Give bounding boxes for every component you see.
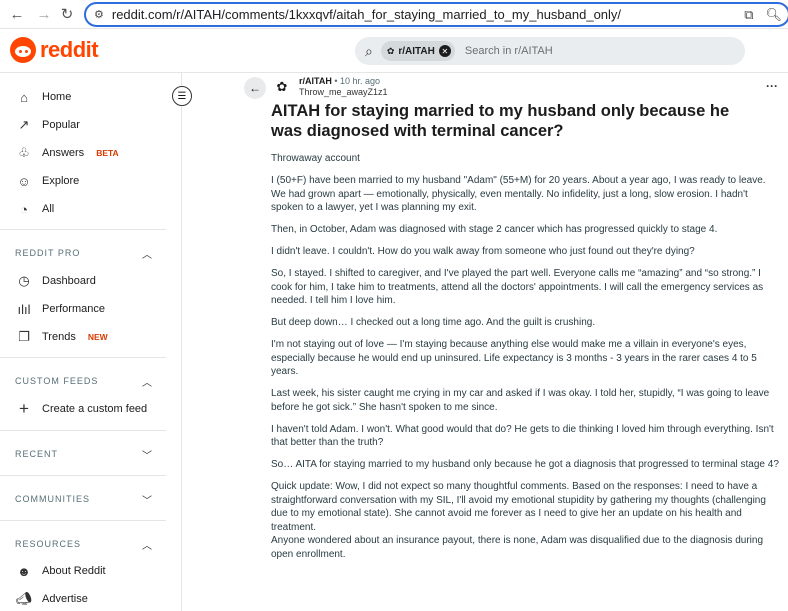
create-custom-feed-button[interactable]: + Create a custom feed bbox=[16, 399, 148, 418]
chevron-up-icon[interactable]: ︿ bbox=[142, 374, 152, 389]
sidebar-item-label: Explore bbox=[42, 175, 80, 187]
search-input[interactable]: Search in r/AITAH bbox=[465, 45, 553, 57]
sidebar-item-answers[interactable]: ♧ Answers BETA bbox=[16, 145, 119, 161]
sidebar-item-advertise[interactable]: 📣︎ Advertise bbox=[16, 591, 88, 607]
post-paragraph: Then, in October, Adam was diagnosed wit… bbox=[271, 224, 718, 235]
post-meta: r/AITAH • 10 hr. ago bbox=[299, 76, 380, 86]
sidebar-item-label: Dashboard bbox=[42, 275, 96, 287]
left-sidebar: ⌂ Home ↗ Popular ♧ Answers BETA ☺ Explor… bbox=[0, 73, 192, 611]
sidebar-divider bbox=[0, 229, 166, 230]
reddit-logo[interactable]: reddit bbox=[10, 37, 99, 63]
post-paragraph: Anyone wondered about an insurance payou… bbox=[271, 535, 764, 560]
recent-section-title[interactable]: RECENT bbox=[15, 449, 58, 459]
logo-text: reddit bbox=[40, 37, 99, 62]
browser-toolbar: ← → ↻ ⚙ reddit.com/r/AITAH/comments/1kxx… bbox=[0, 0, 788, 29]
site-settings-icon[interactable]: ⚙ bbox=[94, 8, 104, 21]
post-paragraph: Throwaway account bbox=[271, 153, 360, 164]
subreddit-chip-icon: ✿ bbox=[386, 45, 395, 56]
sidebar-item-popular[interactable]: ↗ Popular bbox=[16, 117, 80, 133]
post-paragraph: I didn't leave. I couldn't. How do you w… bbox=[271, 246, 695, 257]
chevron-up-icon[interactable]: ︿ bbox=[142, 537, 152, 552]
post-paragraph: So, I stayed. I shifted to caregiver, an… bbox=[271, 268, 764, 306]
custom-feeds-section-title[interactable]: CUSTOM FEEDS bbox=[15, 376, 98, 386]
back-button[interactable]: ← bbox=[244, 77, 266, 99]
sidebar-divider bbox=[0, 475, 166, 476]
chevron-up-icon[interactable]: ︿ bbox=[142, 246, 152, 261]
post-age: 10 hr. ago bbox=[340, 76, 381, 86]
collapse-sidebar-menu-icon[interactable]: ☰ bbox=[172, 86, 192, 106]
subreddit-icon[interactable]: ✿ bbox=[274, 79, 290, 95]
reddit-pro-section-title[interactable]: REDDIT PRO bbox=[15, 248, 80, 258]
install-app-icon[interactable]: ⧉ bbox=[744, 7, 753, 23]
plus-icon: + bbox=[19, 399, 29, 418]
post-paragraph: Last week, his sister caught me crying i… bbox=[271, 388, 770, 413]
snoo-logo-icon bbox=[10, 37, 36, 63]
sidebar-item-label: Home bbox=[42, 91, 72, 103]
post-paragraph: Quick update: Wow, I did not expect so m… bbox=[271, 481, 766, 533]
zoom-icon[interactable]: 🔍︎ bbox=[765, 7, 782, 23]
beta-badge: BETA bbox=[96, 148, 119, 158]
all-icon: ◔ bbox=[20, 201, 28, 217]
subreddit-link[interactable]: r/AITAH bbox=[299, 76, 332, 86]
sidebar-item-label: Trends bbox=[42, 331, 76, 343]
post-paragraph: I (50+F) have been married to my husband… bbox=[271, 175, 766, 213]
popular-icon: ↗ bbox=[18, 117, 30, 132]
sidebar-item-trends[interactable]: ❐ Trends NEW bbox=[16, 329, 108, 345]
sidebar-item-label: Advertise bbox=[42, 593, 88, 605]
new-badge: NEW bbox=[87, 332, 108, 342]
post-paragraph: I haven't told Adam. I won't. What good … bbox=[271, 423, 774, 449]
reddit-header: reddit ⌕ ✿ r/AITAH ✕ Search in r/AITAH bbox=[0, 29, 788, 73]
sidebar-item-about-reddit[interactable]: ☻ About Reddit bbox=[16, 563, 106, 579]
dashboard-icon: ◷ bbox=[18, 273, 30, 288]
post-paragraph: But deep down… I checked out a long time… bbox=[271, 317, 596, 328]
post-author[interactable]: Throw_me_awayZ1z1 bbox=[299, 87, 388, 97]
about-reddit-icon: ☻ bbox=[17, 563, 31, 579]
url-text: reddit.com/r/AITAH/comments/1kxxqvf/aita… bbox=[111, 7, 622, 22]
remove-chip-icon[interactable]: ✕ bbox=[438, 45, 451, 57]
sidebar-item-dashboard[interactable]: ◷ Dashboard bbox=[16, 273, 96, 289]
back-arrow-icon[interactable]: ← bbox=[6, 3, 28, 25]
sidebar-item-label: Performance bbox=[42, 303, 105, 315]
megaphone-icon: 📣︎ bbox=[15, 591, 33, 606]
sidebar-item-label: All bbox=[42, 203, 55, 215]
search-icon: ⌕ bbox=[365, 42, 373, 59]
resources-section-title[interactable]: RESOURCES bbox=[15, 539, 81, 549]
communities-section-title[interactable]: COMMUNITIES bbox=[15, 494, 90, 504]
more-options-icon[interactable]: ··· bbox=[766, 79, 778, 93]
sidebar-divider bbox=[0, 430, 166, 431]
reload-icon[interactable]: ↻ bbox=[56, 3, 78, 25]
post-title: AITAH for staying married to my husband … bbox=[271, 102, 730, 140]
sidebar-item-label: Answers bbox=[42, 147, 85, 159]
post-paragraph: I'm not staying out of love — I'm stayin… bbox=[271, 339, 757, 377]
search-bar[interactable]: ⌕ ✿ r/AITAH ✕ Search in r/AITAH bbox=[355, 37, 745, 65]
arrow-left-icon: ← bbox=[249, 81, 261, 95]
sidebar-item-label: About Reddit bbox=[42, 565, 106, 577]
post-body: Throwaway account I (50+F) have been mar… bbox=[271, 152, 781, 570]
chevron-down-icon[interactable]: ﹀ bbox=[142, 492, 152, 507]
sidebar-item-label: Popular bbox=[42, 119, 80, 131]
chevron-down-icon[interactable]: ﹀ bbox=[142, 447, 152, 462]
sidebar-item-performance[interactable]: ılıl Performance bbox=[16, 301, 105, 317]
answers-icon: ♧ bbox=[18, 145, 30, 160]
sidebar-item-explore[interactable]: ☺ Explore bbox=[16, 173, 79, 189]
sidebar-item-all[interactable]: ◔ All bbox=[16, 201, 54, 217]
bar-chart-icon: ılıl bbox=[17, 301, 31, 317]
home-icon: ⌂ bbox=[20, 89, 28, 105]
address-bar[interactable]: ⚙ reddit.com/r/AITAH/comments/1kxxqvf/ai… bbox=[84, 2, 788, 27]
subreddit-chip-label: r/AITAH bbox=[398, 45, 435, 57]
explore-icon: ☺ bbox=[17, 173, 31, 189]
subreddit-search-chip[interactable]: ✿ r/AITAH ✕ bbox=[380, 41, 455, 61]
sidebar-item-home[interactable]: ⌂ Home bbox=[16, 89, 71, 105]
trends-icon: ❐ bbox=[18, 329, 30, 344]
forward-arrow-icon[interactable]: → bbox=[33, 3, 55, 25]
create-custom-feed-label: Create a custom feed bbox=[42, 403, 148, 415]
sidebar-divider bbox=[0, 357, 166, 358]
sidebar-divider bbox=[0, 520, 166, 521]
post-paragraph: So… AITA for staying married to my husba… bbox=[271, 459, 779, 470]
